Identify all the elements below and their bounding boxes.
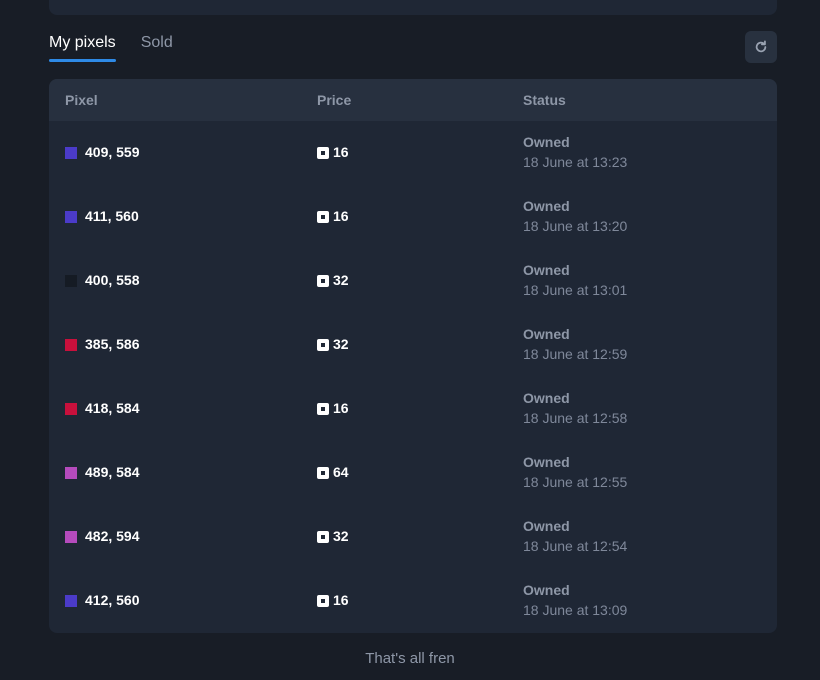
pixel-color-swatch: [65, 147, 77, 159]
pixel-color-swatch: [65, 275, 77, 287]
token-icon: [317, 211, 329, 223]
table-row[interactable]: 412, 560 16 Owned 18 June at 13:09: [49, 569, 777, 633]
page: My pixels Sold Pixel Price Status 409, 5…: [0, 0, 820, 680]
token-icon: [317, 339, 329, 351]
token-icon: [317, 531, 329, 543]
top-card: [49, 0, 777, 15]
tab-my-pixels[interactable]: My pixels: [49, 32, 116, 62]
header-status: Status: [523, 92, 566, 108]
pixel-price: 32: [333, 528, 349, 544]
pixel-date: 18 June at 13:23: [523, 154, 628, 170]
pixel-price: 16: [333, 400, 349, 416]
pixel-coordinates: 411, 560: [85, 208, 139, 224]
pixel-coordinates: 400, 558: [85, 272, 140, 288]
pixel-date: 18 June at 13:20: [523, 218, 628, 234]
pixel-price: 16: [333, 592, 349, 608]
pixel-coordinates: 412, 560: [85, 592, 140, 608]
pixel-price: 32: [333, 336, 349, 352]
tab-sold[interactable]: Sold: [141, 32, 173, 62]
pixel-date: 18 June at 13:09: [523, 602, 628, 618]
table-row[interactable]: 385, 586 32 Owned 18 June at 12:59: [49, 313, 777, 377]
pixel-coordinates: 418, 584: [85, 400, 140, 416]
pixel-color-swatch: [65, 467, 77, 479]
pixel-coordinates: 385, 586: [85, 336, 140, 352]
table-header: Pixel Price Status: [49, 79, 777, 121]
table-row[interactable]: 411, 560 16 Owned 18 June at 13:20: [49, 185, 777, 249]
tab-bar: My pixels Sold: [49, 32, 173, 64]
table-row[interactable]: 400, 558 32 Owned 18 June at 13:01: [49, 249, 777, 313]
pixel-status: Owned: [523, 198, 570, 214]
pixel-price: 64: [333, 464, 349, 480]
pixel-color-swatch: [65, 595, 77, 607]
pixel-date: 18 June at 12:55: [523, 474, 628, 490]
pixels-table: Pixel Price Status 409, 559 16 Owned 18 Jun…: [49, 79, 777, 633]
pixel-color-swatch: [65, 531, 77, 543]
pixel-status: Owned: [523, 134, 570, 150]
pixel-coordinates: 482, 594: [85, 528, 140, 544]
table-row[interactable]: 409, 559 16 Owned 18 June at 13:23: [49, 121, 777, 185]
pixel-coordinates: 489, 584: [85, 464, 140, 480]
table-row[interactable]: 482, 594 32 Owned 18 June at 12:54: [49, 505, 777, 569]
table-body: 409, 559 16 Owned 18 June at 13:23 411, 560 1…: [49, 121, 777, 633]
table-row[interactable]: 489, 584 64 Owned 18 June at 12:55: [49, 441, 777, 505]
token-icon: [317, 467, 329, 479]
pixel-status: Owned: [523, 262, 570, 278]
pixel-date: 18 June at 12:59: [523, 346, 628, 362]
token-icon: [317, 147, 329, 159]
pixel-price: 16: [333, 208, 349, 224]
pixel-status: Owned: [523, 326, 570, 342]
token-icon: [317, 403, 329, 415]
token-icon: [317, 275, 329, 287]
pixel-color-swatch: [65, 403, 77, 415]
pixel-status: Owned: [523, 582, 570, 598]
pixel-color-swatch: [65, 339, 77, 351]
header-pixel: Pixel: [65, 92, 98, 108]
pixel-status: Owned: [523, 390, 570, 406]
pixel-price: 32: [333, 272, 349, 288]
pixel-date: 18 June at 13:01: [523, 282, 628, 298]
pixel-status: Owned: [523, 518, 570, 534]
pixel-date: 18 June at 12:58: [523, 410, 628, 426]
pixel-price: 16: [333, 144, 349, 160]
pixel-status: Owned: [523, 454, 570, 470]
pixel-color-swatch: [65, 211, 77, 223]
pixel-coordinates: 409, 559: [85, 144, 140, 160]
table-row[interactable]: 418, 584 16 Owned 18 June at 12:58: [49, 377, 777, 441]
end-of-list-text: That's all fren: [365, 650, 455, 667]
token-icon: [317, 595, 329, 607]
pixel-date: 18 June at 12:54: [523, 538, 628, 554]
refresh-button[interactable]: [745, 31, 777, 63]
refresh-icon: [755, 40, 767, 53]
header-price: Price: [317, 92, 352, 108]
